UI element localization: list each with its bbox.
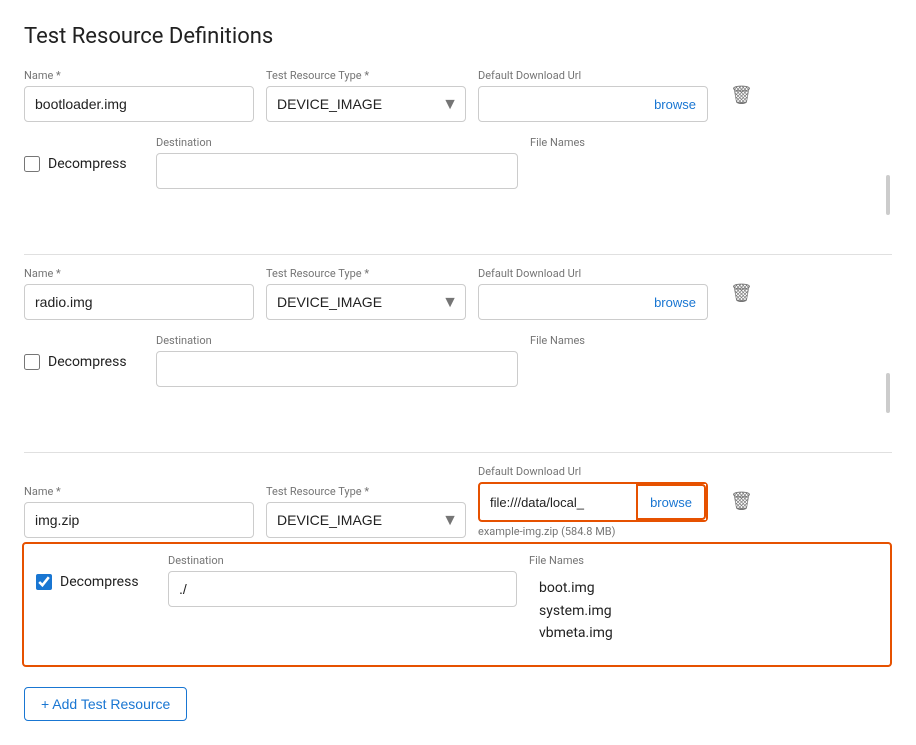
- destination-input-2[interactable]: [156, 351, 518, 387]
- scrollbar-2: [886, 373, 890, 413]
- name-field-group-1: Name *: [24, 69, 254, 122]
- resource-row-2: Name * Test Resource Type * DEVICE_IMAGE…: [24, 267, 892, 320]
- decompress-check-2: Decompress: [24, 334, 144, 370]
- resource-row-1: Name * Test Resource Type * DEVICE_IMAGE…: [24, 69, 892, 122]
- filenames-label-1: File Names: [530, 136, 892, 149]
- name-input-2[interactable]: [24, 284, 254, 320]
- add-test-resource-button[interactable]: + Add Test Resource: [24, 687, 187, 721]
- resource-section-1: Name * Test Resource Type * DEVICE_IMAGE…: [24, 69, 892, 255]
- divider: [24, 254, 892, 255]
- name-field-group-2: Name *: [24, 267, 254, 320]
- trash-icon-1: 🗑: [730, 85, 753, 105]
- destination-group-3: Destination: [168, 554, 517, 607]
- filenames-group-1: File Names: [530, 136, 892, 236]
- trash-icon-3: 🗑: [730, 491, 753, 511]
- destination-input-3[interactable]: [168, 571, 517, 607]
- type-label-3: Test Resource Type *: [266, 485, 466, 498]
- filenames-group-3: File Names boot.img system.img vbmeta.im…: [529, 554, 878, 654]
- resource-section-2: Name * Test Resource Type * DEVICE_IMAGE…: [24, 267, 892, 453]
- browse-button-3[interactable]: browse: [636, 484, 706, 520]
- url-label-1: Default Download Url: [478, 69, 708, 82]
- name-input-3[interactable]: [24, 502, 254, 538]
- url-label-2: Default Download Url: [478, 267, 708, 280]
- browse-button-2[interactable]: browse: [642, 284, 708, 320]
- browse-button-1[interactable]: browse: [642, 86, 708, 122]
- name-label-2: Name *: [24, 267, 254, 280]
- name-field-group-3: Name *: [24, 485, 254, 538]
- decompress-check-3: Decompress: [36, 554, 156, 590]
- destination-label-3: Destination: [168, 554, 517, 567]
- url-wrapper-3: browse: [478, 482, 708, 522]
- type-label-2: Test Resource Type *: [266, 267, 466, 280]
- decompress-label-1: Decompress: [48, 156, 127, 172]
- delete-button-3[interactable]: 🗑: [724, 485, 759, 518]
- resource-section-3: Name * Test Resource Type * DEVICE_IMAGE…: [24, 465, 892, 666]
- filenames-group-2: File Names: [530, 334, 892, 434]
- type-field-group-3: Test Resource Type * DEVICE_IMAGEFILEPAC…: [266, 485, 466, 538]
- page-title: Test Resource Definitions: [24, 24, 892, 49]
- name-label-1: Name *: [24, 69, 254, 82]
- decompress-checkbox-3[interactable]: [36, 574, 52, 590]
- type-field-group-2: Test Resource Type * DEVICE_IMAGEFILEPAC…: [266, 267, 466, 320]
- decompress-check-1: Decompress: [24, 136, 144, 172]
- filenames-textarea-1[interactable]: [530, 153, 725, 232]
- name-label-3: Name *: [24, 485, 254, 498]
- name-input-1[interactable]: [24, 86, 254, 122]
- delete-button-2[interactable]: 🗑: [724, 277, 759, 310]
- type-select-2[interactable]: DEVICE_IMAGEFILEPACKAGE: [266, 284, 466, 320]
- decompress-row-3: Decompress Destination File Names boot.i…: [22, 542, 892, 666]
- filenames-label-2: File Names: [530, 334, 892, 347]
- scrollbar-1: [886, 175, 890, 215]
- file-hint-3: example-img.zip (584.8 MB): [478, 525, 708, 538]
- filenames-label-3: File Names: [529, 554, 878, 567]
- url-label-3: Default Download Url: [478, 465, 708, 478]
- decompress-row-1: Decompress Destination File Names: [24, 126, 892, 246]
- trash-icon-2: 🗑: [730, 283, 753, 303]
- destination-group-2: Destination: [156, 334, 518, 387]
- decompress-checkbox-2[interactable]: [24, 354, 40, 370]
- filenames-textarea-3[interactable]: boot.img system.img vbmeta.img: [529, 571, 724, 650]
- destination-label-1: Destination: [156, 136, 518, 149]
- decompress-label-3: Decompress: [60, 574, 139, 590]
- delete-button-1[interactable]: 🗑: [724, 79, 759, 112]
- url-wrapper-2: browse: [478, 284, 708, 320]
- url-field-group-1: Default Download Url browse: [478, 69, 708, 122]
- destination-group-1: Destination: [156, 136, 518, 189]
- type-label-1: Test Resource Type *: [266, 69, 466, 82]
- decompress-label-2: Decompress: [48, 354, 127, 370]
- decompress-checkbox-1[interactable]: [24, 156, 40, 172]
- destination-input-1[interactable]: [156, 153, 518, 189]
- type-select-1[interactable]: DEVICE_IMAGEFILEPACKAGE: [266, 86, 466, 122]
- resource-row-3: Name * Test Resource Type * DEVICE_IMAGE…: [24, 465, 892, 538]
- type-field-group-1: Test Resource Type * DEVICE_IMAGEFILEPAC…: [266, 69, 466, 122]
- divider: [24, 452, 892, 453]
- url-field-group-2: Default Download Url browse: [478, 267, 708, 320]
- decompress-row-2: Decompress Destination File Names: [24, 324, 892, 444]
- destination-label-2: Destination: [156, 334, 518, 347]
- filenames-textarea-2[interactable]: [530, 351, 725, 430]
- url-field-group-3: Default Download Url browse example-img.…: [478, 465, 708, 538]
- url-wrapper-1: browse: [478, 86, 708, 122]
- type-select-3[interactable]: DEVICE_IMAGEFILEPACKAGE: [266, 502, 466, 538]
